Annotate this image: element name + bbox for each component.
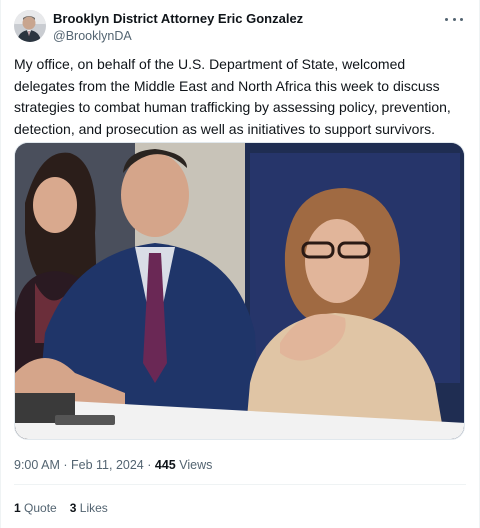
more-dot [452, 17, 456, 21]
tweet-date[interactable]: Feb 11, 2024 [71, 458, 144, 472]
views-label: Views [179, 458, 213, 472]
quotes-label: Quote [24, 501, 57, 515]
likes-count: 3 [69, 501, 77, 515]
engagement-stats: 1 Quote 3 Likes [14, 500, 108, 516]
tweet-header: Brooklyn District Attorney Eric Gonzalez… [14, 8, 467, 44]
more-dot [460, 17, 463, 21]
author-handle[interactable]: @BrooklynDA [53, 28, 303, 44]
tweet-time[interactable]: 9:00 AM [14, 458, 60, 472]
tweet-card: Brooklyn District Attorney Eric Gonzalez… [0, 0, 480, 528]
more-dot [445, 17, 448, 21]
tweet-meta: 9:00 AM · Feb 11, 2024 · 445 Views [14, 457, 212, 473]
avatar[interactable] [14, 10, 46, 42]
author-names: Brooklyn District Attorney Eric Gonzalez… [53, 8, 303, 44]
likes-stat[interactable]: 3 Likes [70, 500, 108, 516]
likes-label: Likes [79, 501, 108, 515]
author-display-name[interactable]: Brooklyn District Attorney Eric Gonzalez [53, 11, 303, 27]
tweet-photo[interactable] [14, 142, 465, 440]
meta-separator: · [147, 458, 152, 472]
quotes-count: 1 [14, 501, 21, 515]
more-horizontal-icon[interactable] [445, 12, 463, 26]
divider [14, 484, 466, 485]
quotes-stat[interactable]: 1 Quote [14, 500, 57, 516]
meta-separator: · [63, 458, 68, 472]
views-count: 445 [154, 458, 176, 472]
tweet-text: My office, on behalf of the U.S. Departm… [14, 56, 451, 137]
